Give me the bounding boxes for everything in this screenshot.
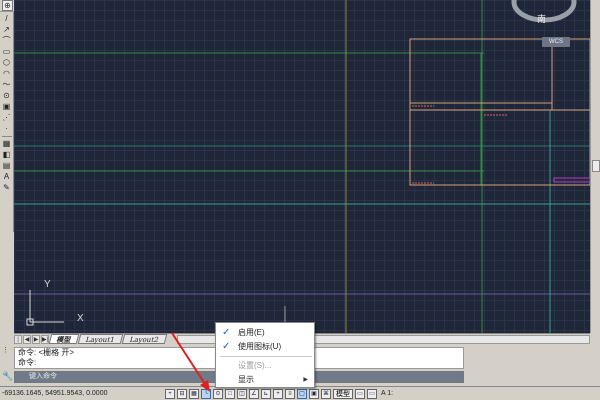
menu-item-label: 使用图标(U) <box>238 342 282 351</box>
tab-layout2[interactable]: Layout2 <box>121 334 167 344</box>
menu-item-label: 设置(S)... <box>238 361 272 370</box>
lineweight-icon[interactable]: ≡ <box>285 388 295 399</box>
last-tab-button[interactable]: ▶| <box>41 334 49 344</box>
quick-view-drawings-icon[interactable]: ▭ <box>367 388 377 399</box>
menu-item-enable[interactable]: ✓ 启用(E) <box>216 327 314 339</box>
multiline-text-icon[interactable]: A <box>1 172 12 182</box>
selection-cycling-icon[interactable]: ⌘ <box>321 388 331 399</box>
object-snap-icon[interactable]: □ <box>225 388 235 399</box>
menu-item-use-icon[interactable]: ✓ 使用图标(U) <box>216 341 314 353</box>
gradient-icon[interactable]: ◧ <box>1 150 12 160</box>
first-tab-button[interactable]: |◀ <box>14 334 22 352</box>
quick-properties-icon[interactable]: ▣ <box>309 388 319 399</box>
ucs-icon-context-menu: ✓ 启用(E) ✓ 使用图标(U) 设置(S)... 显示 ▶ <box>215 322 315 388</box>
wrench-icon[interactable]: 🔧 <box>2 371 13 381</box>
make-block-icon[interactable]: ⋰ <box>1 113 12 123</box>
annotation-scale-button[interactable]: A 1: <box>379 390 395 397</box>
scrollbar-thumb[interactable] <box>592 160 600 172</box>
dynamic-ucs-icon[interactable]: ⊾ <box>261 388 271 399</box>
construction-line-icon[interactable]: ↗ <box>1 25 12 35</box>
viewcube-direction-label[interactable]: 南 <box>537 12 546 25</box>
toolbar-separator <box>1 136 12 137</box>
menu-separator <box>220 356 312 357</box>
menu-item-label: 启用(E) <box>238 328 265 337</box>
menu-item-settings: 设置(S)... <box>216 360 314 372</box>
status-bar: -69136.1645, 54951.9543, 0.0000 + ⊟ ▦ └ … <box>0 386 600 400</box>
menu-item-display[interactable]: 显示 ▶ <box>216 374 314 386</box>
arc-icon[interactable]: ⌒ <box>1 36 12 46</box>
menu-item-label: 显示 <box>238 375 254 384</box>
vertical-scrollbar[interactable] <box>590 0 600 333</box>
ucs-x-label: X <box>77 313 84 324</box>
3d-object-snap-icon[interactable]: ◫ <box>237 388 247 399</box>
circle-icon[interactable]: ⊙ <box>1 91 12 101</box>
polygon-icon[interactable]: ⬡ <box>1 58 12 68</box>
revcloud-icon[interactable]: ◠ <box>1 69 12 79</box>
insert-block-icon[interactable]: ▣ <box>1 102 12 112</box>
snap-mode-icon[interactable]: ⊟ <box>177 388 187 399</box>
prev-tab-button[interactable]: ◀ <box>23 334 31 344</box>
drawing-canvas[interactable]: Y X 南 WCS <box>14 0 590 333</box>
checkmark-icon: ✓ <box>222 341 231 352</box>
point-icon[interactable]: · <box>1 124 12 134</box>
ucs-y-label: Y <box>44 279 51 290</box>
hatch-icon[interactable]: ▦ <box>1 139 12 149</box>
next-tab-button[interactable]: ▶ <box>32 334 40 344</box>
model-space-button[interactable]: 模型 <box>333 388 353 399</box>
infer-constraints-icon[interactable]: + <box>165 388 175 399</box>
object-snap-tracking-icon[interactable]: ∠ <box>249 388 259 399</box>
tab-model[interactable]: 模型 <box>48 334 80 344</box>
command-window-grip[interactable]: ⋮ <box>2 346 10 366</box>
wcs-menu-button[interactable]: WCS <box>542 37 570 47</box>
table-icon[interactable]: ▤ <box>1 161 12 171</box>
transparency-icon[interactable]: ▢ <box>297 388 307 399</box>
zoom-icon[interactable]: ⊕ <box>2 0 13 11</box>
ortho-mode-icon[interactable]: └ <box>201 388 211 399</box>
coordinate-readout[interactable]: -69136.1645, 54951.9543, 0.0000 <box>0 390 165 397</box>
add-selected-icon[interactable]: ✎ <box>1 183 12 193</box>
submenu-arrow-icon: ▶ <box>303 377 308 383</box>
quick-view-layouts-icon[interactable]: ▭ <box>355 388 365 399</box>
draw-toolbar: / ↗ ⌒ ▭ ⬡ ◠ 〜 ⊙ ▣ ⋰ · ▦ ◧ ▤ A ✎ <box>0 12 14 232</box>
spline-icon[interactable]: 〜 <box>1 80 12 90</box>
rectangle-icon[interactable]: ▭ <box>1 47 12 57</box>
tab-layout1[interactable]: Layout1 <box>77 334 124 344</box>
dynamic-input-icon[interactable]: + <box>273 388 283 399</box>
grid-display-icon[interactable]: ▦ <box>189 388 199 399</box>
line-icon[interactable]: / <box>1 14 12 24</box>
polar-tracking-icon[interactable]: ⊙ <box>213 388 223 399</box>
drawing-geometry <box>14 0 590 333</box>
autocad-window: ⊕ ↻ ▢ ⊗ / ↗ ⌒ ▭ ⬡ ◠ 〜 ⊙ ▣ ⋰ · ▦ ◧ ▤ A ✎ <box>0 0 600 400</box>
checkmark-icon: ✓ <box>222 327 231 338</box>
